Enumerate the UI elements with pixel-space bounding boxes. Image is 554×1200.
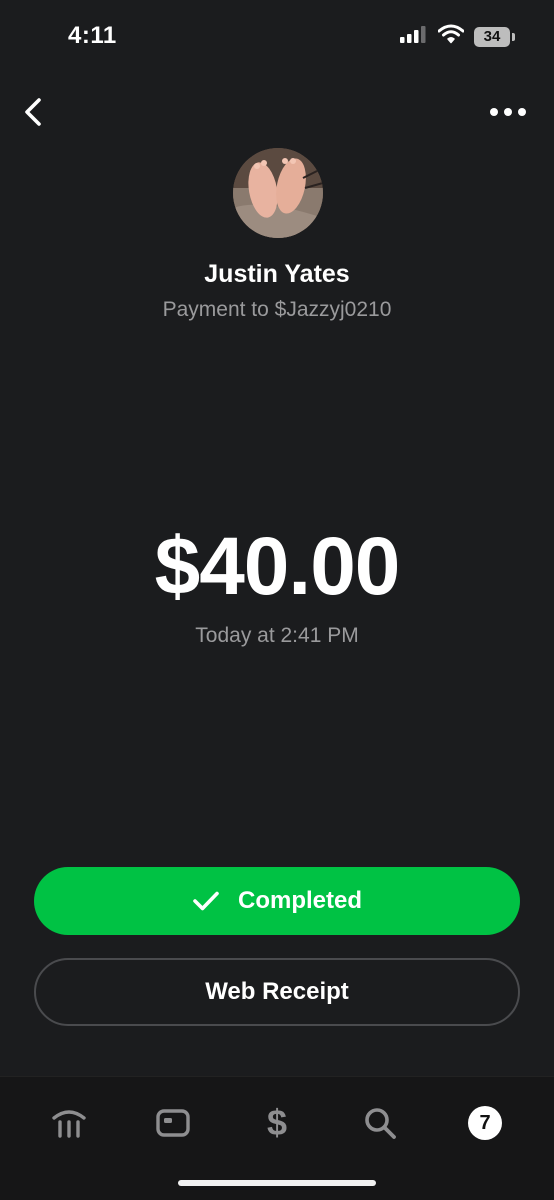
web-receipt-button[interactable]: Web Receipt <box>34 958 520 1026</box>
home-indicator[interactable] <box>178 1180 376 1186</box>
status-bar: 4:11 34 <box>0 0 554 70</box>
status-time: 4:11 <box>68 22 117 49</box>
chevron-left-icon <box>25 98 41 126</box>
payment-detail-screen: 4:11 34 Justin Yates Payment to $Jazzyj0… <box>0 0 554 1200</box>
back-button[interactable] <box>14 92 54 132</box>
more-options-button[interactable] <box>486 96 530 128</box>
battery-level: 34 <box>483 28 501 45</box>
tab-banking[interactable] <box>45 1099 93 1147</box>
completed-status-button[interactable]: Completed <box>34 867 520 935</box>
activity-badge-count: 7 <box>479 1111 491 1134</box>
tab-search[interactable] <box>356 1099 404 1147</box>
tab-activity[interactable]: 7 <box>461 1099 509 1147</box>
recipient-cashtag: Payment to $Jazzyj0210 <box>162 298 392 321</box>
more-dots-icon <box>490 108 526 116</box>
card-icon <box>156 1109 190 1137</box>
payment-amount: $40.00 <box>154 521 401 612</box>
payment-timestamp: Today at 2:41 PM <box>195 624 359 647</box>
cellular-signal-icon <box>400 25 428 48</box>
activity-badge-icon: 7 <box>468 1106 502 1140</box>
tab-card[interactable] <box>149 1099 197 1147</box>
recipient-avatar <box>233 148 323 238</box>
checkmark-icon <box>193 891 219 911</box>
wifi-icon <box>437 24 465 49</box>
tab-pay[interactable]: $ <box>253 1099 301 1147</box>
battery-icon: 34 <box>474 26 515 47</box>
status-icons: 34 <box>400 24 515 49</box>
web-receipt-label: Web Receipt <box>205 978 349 1005</box>
search-icon <box>365 1108 396 1139</box>
dollar-icon: $ <box>266 1102 288 1143</box>
bank-icon <box>52 1110 86 1138</box>
completed-label: Completed <box>237 887 362 914</box>
recipient-name: Justin Yates <box>204 260 350 288</box>
avatar-photo <box>233 148 323 238</box>
